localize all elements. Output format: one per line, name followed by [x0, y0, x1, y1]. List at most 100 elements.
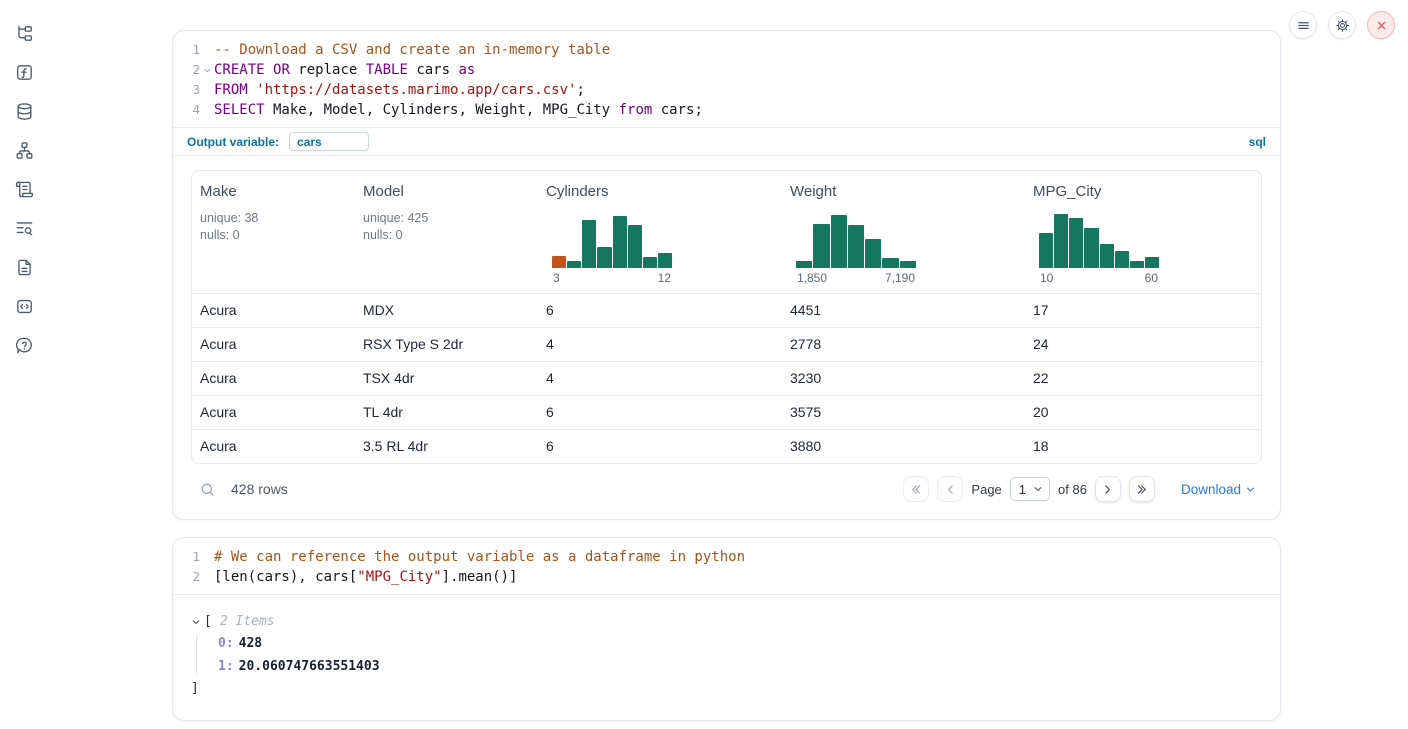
tree-root-row[interactable]: [ 2 Items — [191, 614, 1262, 629]
dependencies-button[interactable] — [14, 140, 34, 160]
menu-button[interactable] — [1289, 11, 1317, 39]
table-cell: 2778 — [782, 328, 1025, 361]
table-cell: Acura — [192, 362, 355, 395]
histogram-bar — [582, 220, 596, 268]
topbar — [1289, 11, 1395, 39]
fold-chevron-icon — [203, 66, 212, 75]
table-row[interactable]: AcuraMDX6445117 — [192, 293, 1261, 327]
table-cell: 6 — [538, 396, 782, 429]
column-header-weight[interactable]: Weight 1,8507,190 — [782, 171, 1025, 293]
table-cell: 6 — [538, 294, 782, 327]
page-select[interactable]: 1 — [1010, 477, 1050, 501]
histogram-bar — [643, 257, 657, 268]
scratchpad-button[interactable] — [14, 179, 34, 199]
table-cell: Acura — [192, 396, 355, 429]
table-body: AcuraMDX6445117AcuraRSX Type S 2dr427782… — [192, 293, 1261, 463]
table-row[interactable]: Acura3.5 RL 4dr6388018 — [192, 429, 1261, 463]
page-total-label: of 86 — [1058, 482, 1087, 497]
sql-output-area: Make unique: 38nulls: 0Modelunique: 425nu… — [173, 155, 1280, 519]
histogram-bar — [628, 225, 642, 268]
table-header-row: Make unique: 38nulls: 0Modelunique: 425nu… — [192, 171, 1261, 293]
histogram-bar — [1084, 228, 1098, 268]
graph-icon — [15, 141, 34, 160]
line-number: 3 — [173, 80, 200, 100]
data-sources-button[interactable] — [14, 101, 34, 121]
fn-icon — [15, 63, 34, 82]
tree-entry-value: 428 — [239, 636, 262, 651]
column-histogram: 1,8507,190 — [796, 212, 916, 285]
help-button[interactable] — [14, 335, 34, 355]
code-box-icon — [15, 297, 34, 316]
next-page-button[interactable] — [1095, 476, 1121, 502]
line-number: 4 — [173, 100, 200, 120]
table-row[interactable]: AcuraTSX 4dr4323022 — [192, 361, 1261, 395]
sql-cell: 1-- Download a CSV and create an in-memo… — [172, 30, 1281, 520]
table-row[interactable]: AcuraTL 4dr6357520 — [192, 395, 1261, 429]
column-header-model[interactable]: Modelunique: 425nulls: 0 — [355, 171, 538, 293]
histogram-bar — [796, 261, 812, 268]
column-header-mpg_city[interactable]: MPG_City1060 — [1025, 171, 1261, 293]
table-cell: 17 — [1025, 294, 1261, 327]
histogram-bar — [1115, 251, 1129, 268]
line-number: 2 — [173, 60, 200, 80]
line-number: 1 — [173, 40, 200, 60]
code-line: 1# We can reference the output variable … — [173, 547, 1280, 567]
menu-icon — [1296, 18, 1311, 33]
tree-icon — [15, 24, 34, 43]
variables-button[interactable] — [14, 62, 34, 82]
python-editor[interactable]: 1# We can reference the output variable … — [173, 538, 1280, 594]
column-name: Make — [200, 183, 347, 200]
table-cell: 4451 — [782, 294, 1025, 327]
search-icon — [199, 481, 216, 498]
table-cell: MDX — [355, 294, 538, 327]
tree-entry-value: 20.060747663551403 — [239, 659, 380, 674]
table-cell: 6 — [538, 430, 782, 463]
column-name: Weight — [790, 183, 1017, 200]
chevrons-right-icon — [1135, 483, 1148, 496]
download-button[interactable]: Download — [1181, 482, 1256, 497]
histogram-bar — [882, 258, 898, 268]
histogram-bar — [1039, 233, 1053, 268]
shutdown-button[interactable] — [1367, 11, 1395, 39]
fold-toggle[interactable] — [200, 60, 214, 80]
column-stats: unique: 38nulls: 0 — [200, 210, 347, 244]
file-explorer-button[interactable] — [14, 23, 34, 43]
chevron-down-icon — [1245, 484, 1256, 495]
list-output-tree: [ 2 Items 0:4281:20.060747663551403 ] — [191, 614, 1262, 696]
page-select-value: 1 — [1019, 482, 1026, 497]
histogram-bar — [1069, 218, 1083, 268]
table-footer: 428 rows Page 1 of 86 — [191, 471, 1262, 502]
table-cell: Acura — [192, 294, 355, 327]
code-line: 2[len(cars), cars["MPG_City"].mean()] — [173, 567, 1280, 587]
histogram-bar — [848, 225, 864, 268]
code-line: 4SELECT Make, Model, Cylinders, Weight, … — [173, 100, 1280, 120]
histogram-bar — [613, 216, 627, 268]
first-page-button[interactable] — [903, 476, 929, 502]
gear-icon — [1335, 18, 1350, 33]
table-search-button[interactable] — [199, 480, 217, 498]
table-cell: Acura — [192, 328, 355, 361]
close-bracket: ] — [191, 681, 1262, 696]
table-cell: 4 — [538, 328, 782, 361]
code-line: 1-- Download a CSV and create an in-memo… — [173, 40, 1280, 60]
snippets-button[interactable] — [14, 296, 34, 316]
column-name: Cylinders — [546, 183, 774, 200]
histogram-bar — [831, 215, 847, 268]
settings-button[interactable] — [1328, 11, 1356, 39]
table-cell: 24 — [1025, 328, 1261, 361]
previous-page-button[interactable] — [937, 476, 963, 502]
column-header-make[interactable]: Make unique: 38nulls: 0 — [192, 171, 355, 293]
output-variable-input[interactable] — [289, 132, 369, 151]
column-header-cylinders[interactable]: Cylinders312 — [538, 171, 782, 293]
tree-entry: 0:428 — [218, 635, 1262, 652]
logs-button[interactable] — [14, 218, 34, 238]
sql-editor[interactable]: 1-- Download a CSV and create an in-memo… — [173, 31, 1280, 127]
sidebar — [0, 0, 48, 729]
table-row[interactable]: AcuraRSX Type S 2dr4277824 — [192, 327, 1261, 361]
chat-help-icon — [15, 336, 34, 355]
documentation-button[interactable] — [14, 257, 34, 277]
chevron-down-icon — [1033, 484, 1043, 494]
close-icon — [1374, 18, 1389, 33]
last-page-button[interactable] — [1129, 476, 1155, 502]
table-cell: 3575 — [782, 396, 1025, 429]
